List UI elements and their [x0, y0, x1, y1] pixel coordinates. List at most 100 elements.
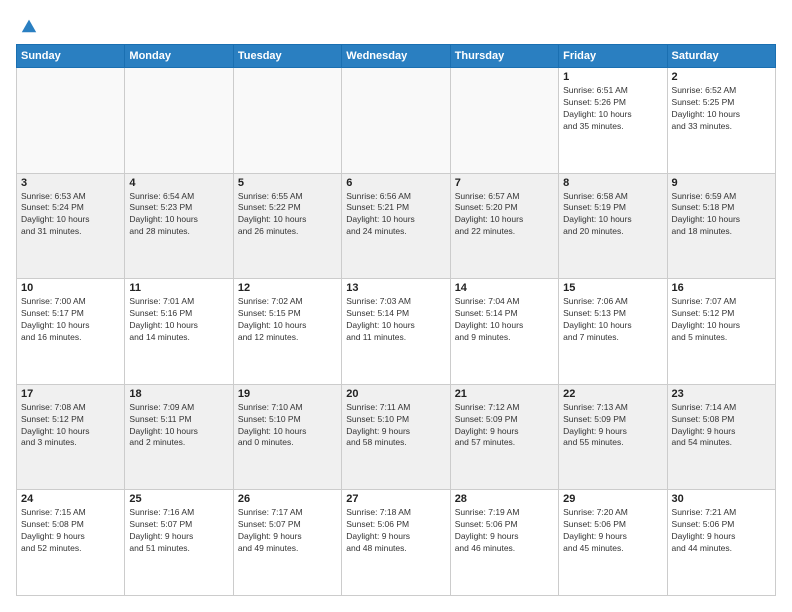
- day-number: 12: [238, 282, 337, 294]
- calendar-cell: 25 Sunrise: 7:16 AM Sunset: 5:07 PM Dayli…: [125, 490, 233, 596]
- day-info: Sunrise: 7:18 AM Sunset: 5:06 PM Dayligh…: [346, 507, 445, 555]
- day-number: 19: [238, 388, 337, 400]
- day-info: Sunrise: 7:02 AM Sunset: 5:15 PM Dayligh…: [238, 296, 337, 344]
- calendar-cell: 21 Sunrise: 7:12 AM Sunset: 5:09 PM Dayli…: [450, 384, 558, 490]
- calendar-cell: 17Sunrise: 7:08 AM Sunset: 5:12 PM Dayli…: [17, 384, 125, 490]
- logo: [16, 16, 38, 34]
- day-info: Sunrise: 6:55 AM Sunset: 5:22 PM Dayligh…: [238, 191, 337, 239]
- calendar-cell: 15 Sunrise: 7:06 AM Sunset: 5:13 PM Dayli…: [559, 279, 667, 385]
- calendar-cell: [125, 68, 233, 174]
- header: [16, 16, 776, 34]
- calendar-cell: [450, 68, 558, 174]
- calendar-cell: 11 Sunrise: 7:01 AM Sunset: 5:16 PM Dayli…: [125, 279, 233, 385]
- day-info: Sunrise: 7:21 AM Sunset: 5:06 PM Dayligh…: [672, 507, 771, 555]
- day-number: 20: [346, 388, 445, 400]
- weekday-header-monday: Monday: [125, 45, 233, 68]
- calendar-cell: 3Sunrise: 6:53 AM Sunset: 5:24 PM Daylig…: [17, 173, 125, 279]
- calendar-table: SundayMondayTuesdayWednesdayThursdayFrid…: [16, 44, 776, 596]
- weekday-header-row: SundayMondayTuesdayWednesdayThursdayFrid…: [17, 45, 776, 68]
- day-info: Sunrise: 6:52 AM Sunset: 5:25 PM Dayligh…: [672, 85, 771, 133]
- day-info: Sunrise: 7:00 AM Sunset: 5:17 PM Dayligh…: [21, 296, 120, 344]
- day-info: Sunrise: 7:01 AM Sunset: 5:16 PM Dayligh…: [129, 296, 228, 344]
- weekday-header-sunday: Sunday: [17, 45, 125, 68]
- weekday-header-saturday: Saturday: [667, 45, 775, 68]
- day-number: 18: [129, 388, 228, 400]
- day-number: 2: [672, 71, 771, 83]
- logo-icon: [20, 16, 38, 34]
- day-number: 28: [455, 493, 554, 505]
- day-info: Sunrise: 7:03 AM Sunset: 5:14 PM Dayligh…: [346, 296, 445, 344]
- page: SundayMondayTuesdayWednesdayThursdayFrid…: [0, 0, 792, 612]
- calendar-cell: [17, 68, 125, 174]
- calendar-cell: 10 Sunrise: 7:00 AM Sunset: 5:17 PM Dayli…: [17, 279, 125, 385]
- calendar-cell: 22Sunrise: 7:13 AM Sunset: 5:09 PM Dayli…: [559, 384, 667, 490]
- day-number: 25: [129, 493, 228, 505]
- day-info: Sunrise: 7:20 AM Sunset: 5:06 PM Dayligh…: [563, 507, 662, 555]
- day-info: Sunrise: 7:06 AM Sunset: 5:13 PM Dayligh…: [563, 296, 662, 344]
- calendar-cell: 8 Sunrise: 6:58 AM Sunset: 5:19 PM Daylig…: [559, 173, 667, 279]
- calendar-cell: 23Sunrise: 7:14 AM Sunset: 5:08 PM Dayli…: [667, 384, 775, 490]
- calendar-cell: 30 Sunrise: 7:21 AM Sunset: 5:06 PM Dayli…: [667, 490, 775, 596]
- calendar-week-4: 17Sunrise: 7:08 AM Sunset: 5:12 PM Dayli…: [17, 384, 776, 490]
- calendar-week-3: 10 Sunrise: 7:00 AM Sunset: 5:17 PM Dayli…: [17, 279, 776, 385]
- day-number: 29: [563, 493, 662, 505]
- calendar-cell: 6Sunrise: 6:56 AM Sunset: 5:21 PM Daylig…: [342, 173, 450, 279]
- day-info: Sunrise: 6:56 AM Sunset: 5:21 PM Dayligh…: [346, 191, 445, 239]
- calendar-cell: 4 Sunrise: 6:54 AM Sunset: 5:23 PM Daylig…: [125, 173, 233, 279]
- day-number: 21: [455, 388, 554, 400]
- calendar-cell: 20 Sunrise: 7:11 AM Sunset: 5:10 PM Dayli…: [342, 384, 450, 490]
- calendar-cell: 19 Sunrise: 7:10 AM Sunset: 5:10 PM Dayli…: [233, 384, 341, 490]
- weekday-header-tuesday: Tuesday: [233, 45, 341, 68]
- day-number: 16: [672, 282, 771, 294]
- day-number: 10: [21, 282, 120, 294]
- day-number: 13: [346, 282, 445, 294]
- day-number: 22: [563, 388, 662, 400]
- calendar-week-5: 24Sunrise: 7:15 AM Sunset: 5:08 PM Dayli…: [17, 490, 776, 596]
- calendar-cell: 27 Sunrise: 7:18 AM Sunset: 5:06 PM Dayli…: [342, 490, 450, 596]
- day-info: Sunrise: 6:54 AM Sunset: 5:23 PM Dayligh…: [129, 191, 228, 239]
- calendar-cell: 29 Sunrise: 7:20 AM Sunset: 5:06 PM Dayli…: [559, 490, 667, 596]
- day-number: 1: [563, 71, 662, 83]
- day-info: Sunrise: 6:57 AM Sunset: 5:20 PM Dayligh…: [455, 191, 554, 239]
- calendar-cell: 12 Sunrise: 7:02 AM Sunset: 5:15 PM Dayli…: [233, 279, 341, 385]
- day-info: Sunrise: 7:07 AM Sunset: 5:12 PM Dayligh…: [672, 296, 771, 344]
- day-info: Sunrise: 6:51 AM Sunset: 5:26 PM Dayligh…: [563, 85, 662, 133]
- day-info: Sunrise: 7:16 AM Sunset: 5:07 PM Dayligh…: [129, 507, 228, 555]
- calendar-cell: [233, 68, 341, 174]
- calendar-cell: 28 Sunrise: 7:19 AM Sunset: 5:06 PM Dayli…: [450, 490, 558, 596]
- day-number: 5: [238, 177, 337, 189]
- day-info: Sunrise: 7:12 AM Sunset: 5:09 PM Dayligh…: [455, 402, 554, 450]
- day-info: Sunrise: 6:59 AM Sunset: 5:18 PM Dayligh…: [672, 191, 771, 239]
- calendar-week-2: 3Sunrise: 6:53 AM Sunset: 5:24 PM Daylig…: [17, 173, 776, 279]
- day-info: Sunrise: 7:10 AM Sunset: 5:10 PM Dayligh…: [238, 402, 337, 450]
- day-number: 3: [21, 177, 120, 189]
- day-number: 8: [563, 177, 662, 189]
- day-number: 9: [672, 177, 771, 189]
- day-number: 27: [346, 493, 445, 505]
- calendar-cell: [342, 68, 450, 174]
- day-number: 14: [455, 282, 554, 294]
- day-info: Sunrise: 7:08 AM Sunset: 5:12 PM Dayligh…: [21, 402, 120, 450]
- day-number: 7: [455, 177, 554, 189]
- day-number: 4: [129, 177, 228, 189]
- weekday-header-friday: Friday: [559, 45, 667, 68]
- day-info: Sunrise: 7:19 AM Sunset: 5:06 PM Dayligh…: [455, 507, 554, 555]
- calendar-cell: 26Sunrise: 7:17 AM Sunset: 5:07 PM Dayli…: [233, 490, 341, 596]
- day-info: Sunrise: 7:14 AM Sunset: 5:08 PM Dayligh…: [672, 402, 771, 450]
- calendar-cell: 7 Sunrise: 6:57 AM Sunset: 5:20 PM Daylig…: [450, 173, 558, 279]
- day-number: 26: [238, 493, 337, 505]
- day-info: Sunrise: 6:58 AM Sunset: 5:19 PM Dayligh…: [563, 191, 662, 239]
- day-number: 24: [21, 493, 120, 505]
- day-number: 30: [672, 493, 771, 505]
- day-info: Sunrise: 7:09 AM Sunset: 5:11 PM Dayligh…: [129, 402, 228, 450]
- calendar-week-1: 1 Sunrise: 6:51 AM Sunset: 5:26 PM Daylig…: [17, 68, 776, 174]
- calendar-cell: 18 Sunrise: 7:09 AM Sunset: 5:11 PM Dayli…: [125, 384, 233, 490]
- calendar-cell: 24Sunrise: 7:15 AM Sunset: 5:08 PM Dayli…: [17, 490, 125, 596]
- day-number: 11: [129, 282, 228, 294]
- calendar-cell: 5 Sunrise: 6:55 AM Sunset: 5:22 PM Daylig…: [233, 173, 341, 279]
- day-number: 15: [563, 282, 662, 294]
- day-info: Sunrise: 7:11 AM Sunset: 5:10 PM Dayligh…: [346, 402, 445, 450]
- calendar-cell: 16 Sunrise: 7:07 AM Sunset: 5:12 PM Dayli…: [667, 279, 775, 385]
- weekday-header-wednesday: Wednesday: [342, 45, 450, 68]
- calendar-cell: 9 Sunrise: 6:59 AM Sunset: 5:18 PM Daylig…: [667, 173, 775, 279]
